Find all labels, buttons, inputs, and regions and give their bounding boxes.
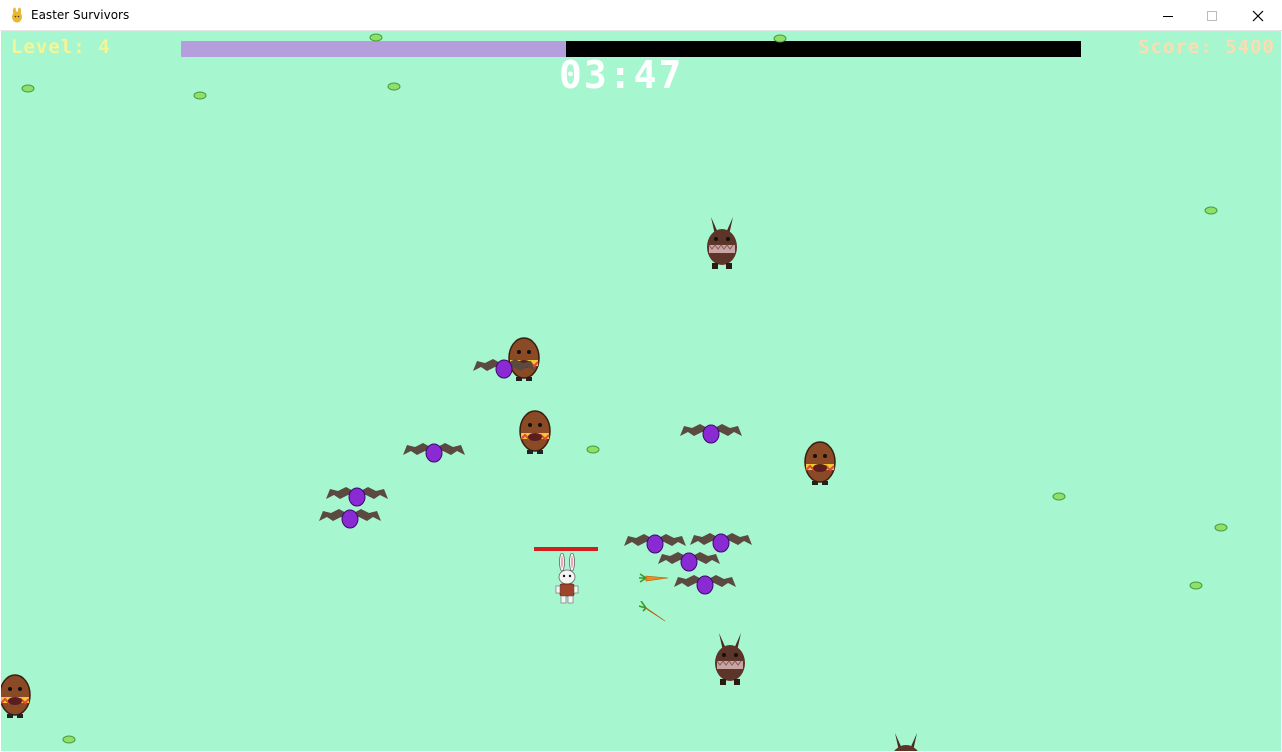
chocolate-bunny-enemy bbox=[894, 733, 918, 751]
green-xp-gem bbox=[773, 34, 787, 43]
window-titlebar: Easter Survivors bbox=[0, 0, 1282, 31]
green-xp-gem bbox=[1052, 492, 1066, 501]
chocolate-bunny-enemy bbox=[707, 217, 737, 269]
bat-egg-enemy bbox=[319, 509, 381, 529]
green-xp-gem bbox=[62, 735, 76, 744]
carrot-projectile bbox=[639, 601, 666, 622]
bat-egg-enemy bbox=[680, 424, 742, 444]
bat-egg-enemy bbox=[674, 575, 736, 595]
green-xp-gem bbox=[387, 82, 401, 91]
level-indicator: Level: 4 bbox=[11, 36, 111, 58]
chocolate-egg-enemy bbox=[519, 410, 551, 454]
green-xp-gem bbox=[586, 445, 600, 454]
xp-progress-fill bbox=[181, 41, 567, 57]
bat-egg-enemy bbox=[658, 552, 720, 572]
close-button[interactable] bbox=[1235, 0, 1281, 31]
green-xp-gem bbox=[21, 84, 35, 93]
window-title: Easter Survivors bbox=[31, 8, 130, 22]
maximize-button[interactable] bbox=[1189, 0, 1235, 31]
chocolate-egg-enemy bbox=[804, 441, 836, 485]
green-xp-gem bbox=[193, 91, 207, 100]
minimize-icon bbox=[1163, 15, 1173, 17]
carrot-projectile bbox=[639, 573, 669, 583]
green-xp-gem bbox=[1204, 206, 1218, 215]
player-health-bar bbox=[534, 547, 598, 551]
bat-egg-enemy bbox=[403, 443, 465, 463]
close-icon bbox=[1252, 10, 1264, 21]
green-xp-gem bbox=[369, 33, 383, 42]
bat-egg-enemy bbox=[326, 487, 388, 507]
chocolate-bunny-enemy bbox=[715, 633, 745, 685]
chocolate-egg-enemy bbox=[1, 674, 31, 718]
green-xp-gem bbox=[1189, 581, 1203, 590]
score-indicator: Score: 5400 bbox=[1138, 36, 1275, 58]
green-xp-gem bbox=[1214, 523, 1228, 532]
survival-timer: 03:47 bbox=[559, 53, 684, 97]
game-canvas[interactable]: Level: 4 Score: 5400 03:47 bbox=[1, 31, 1281, 751]
maximize-icon bbox=[1207, 10, 1217, 21]
app-icon bbox=[12, 7, 22, 23]
minimize-button[interactable] bbox=[1145, 0, 1191, 31]
bat-egg-enemy bbox=[473, 359, 535, 379]
bunny-player bbox=[555, 553, 579, 604]
